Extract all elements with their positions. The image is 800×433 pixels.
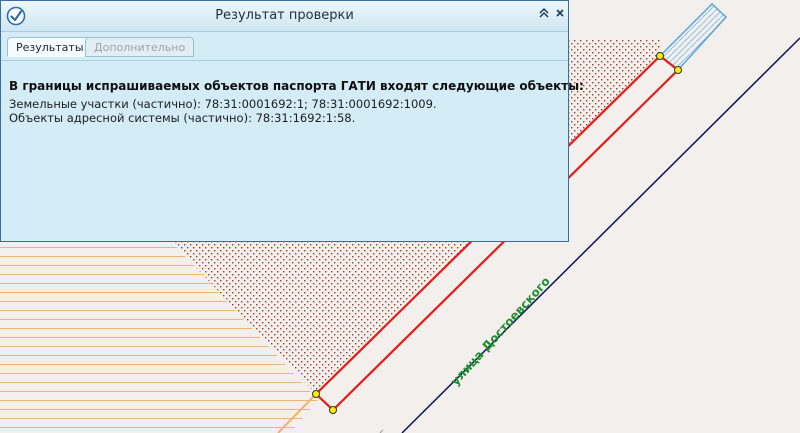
results-heading: В границы испрашиваемых объектов паспорт… [9, 79, 584, 93]
dialog-title: Результат проверки [215, 8, 354, 23]
vertex-handle[interactable] [674, 66, 682, 74]
result-line-land-plots: Земельные участки (частично): 78:31:0001… [9, 97, 437, 111]
result-line-address-objects: Объекты адресной системы (частично): 78:… [9, 111, 356, 125]
dialog-tabs: Результаты Дополнительно [1, 32, 568, 61]
tab-additional[interactable]: Дополнительно [85, 37, 195, 57]
vertex-handle[interactable] [656, 52, 664, 60]
check-result-dialog: Результат проверки Результаты Дополнител… [0, 0, 584, 242]
vertex-handle[interactable] [312, 390, 320, 398]
vertex-handle[interactable] [329, 406, 337, 414]
dialog-titlebar[interactable]: Результат проверки [1, 1, 568, 32]
tab-results[interactable]: Результаты [7, 37, 93, 57]
close-icon[interactable] [552, 7, 568, 23]
results-panel: В границы испрашиваемых объектов паспорт… [1, 61, 584, 241]
double-chevron-up-icon[interactable] [536, 7, 552, 23]
